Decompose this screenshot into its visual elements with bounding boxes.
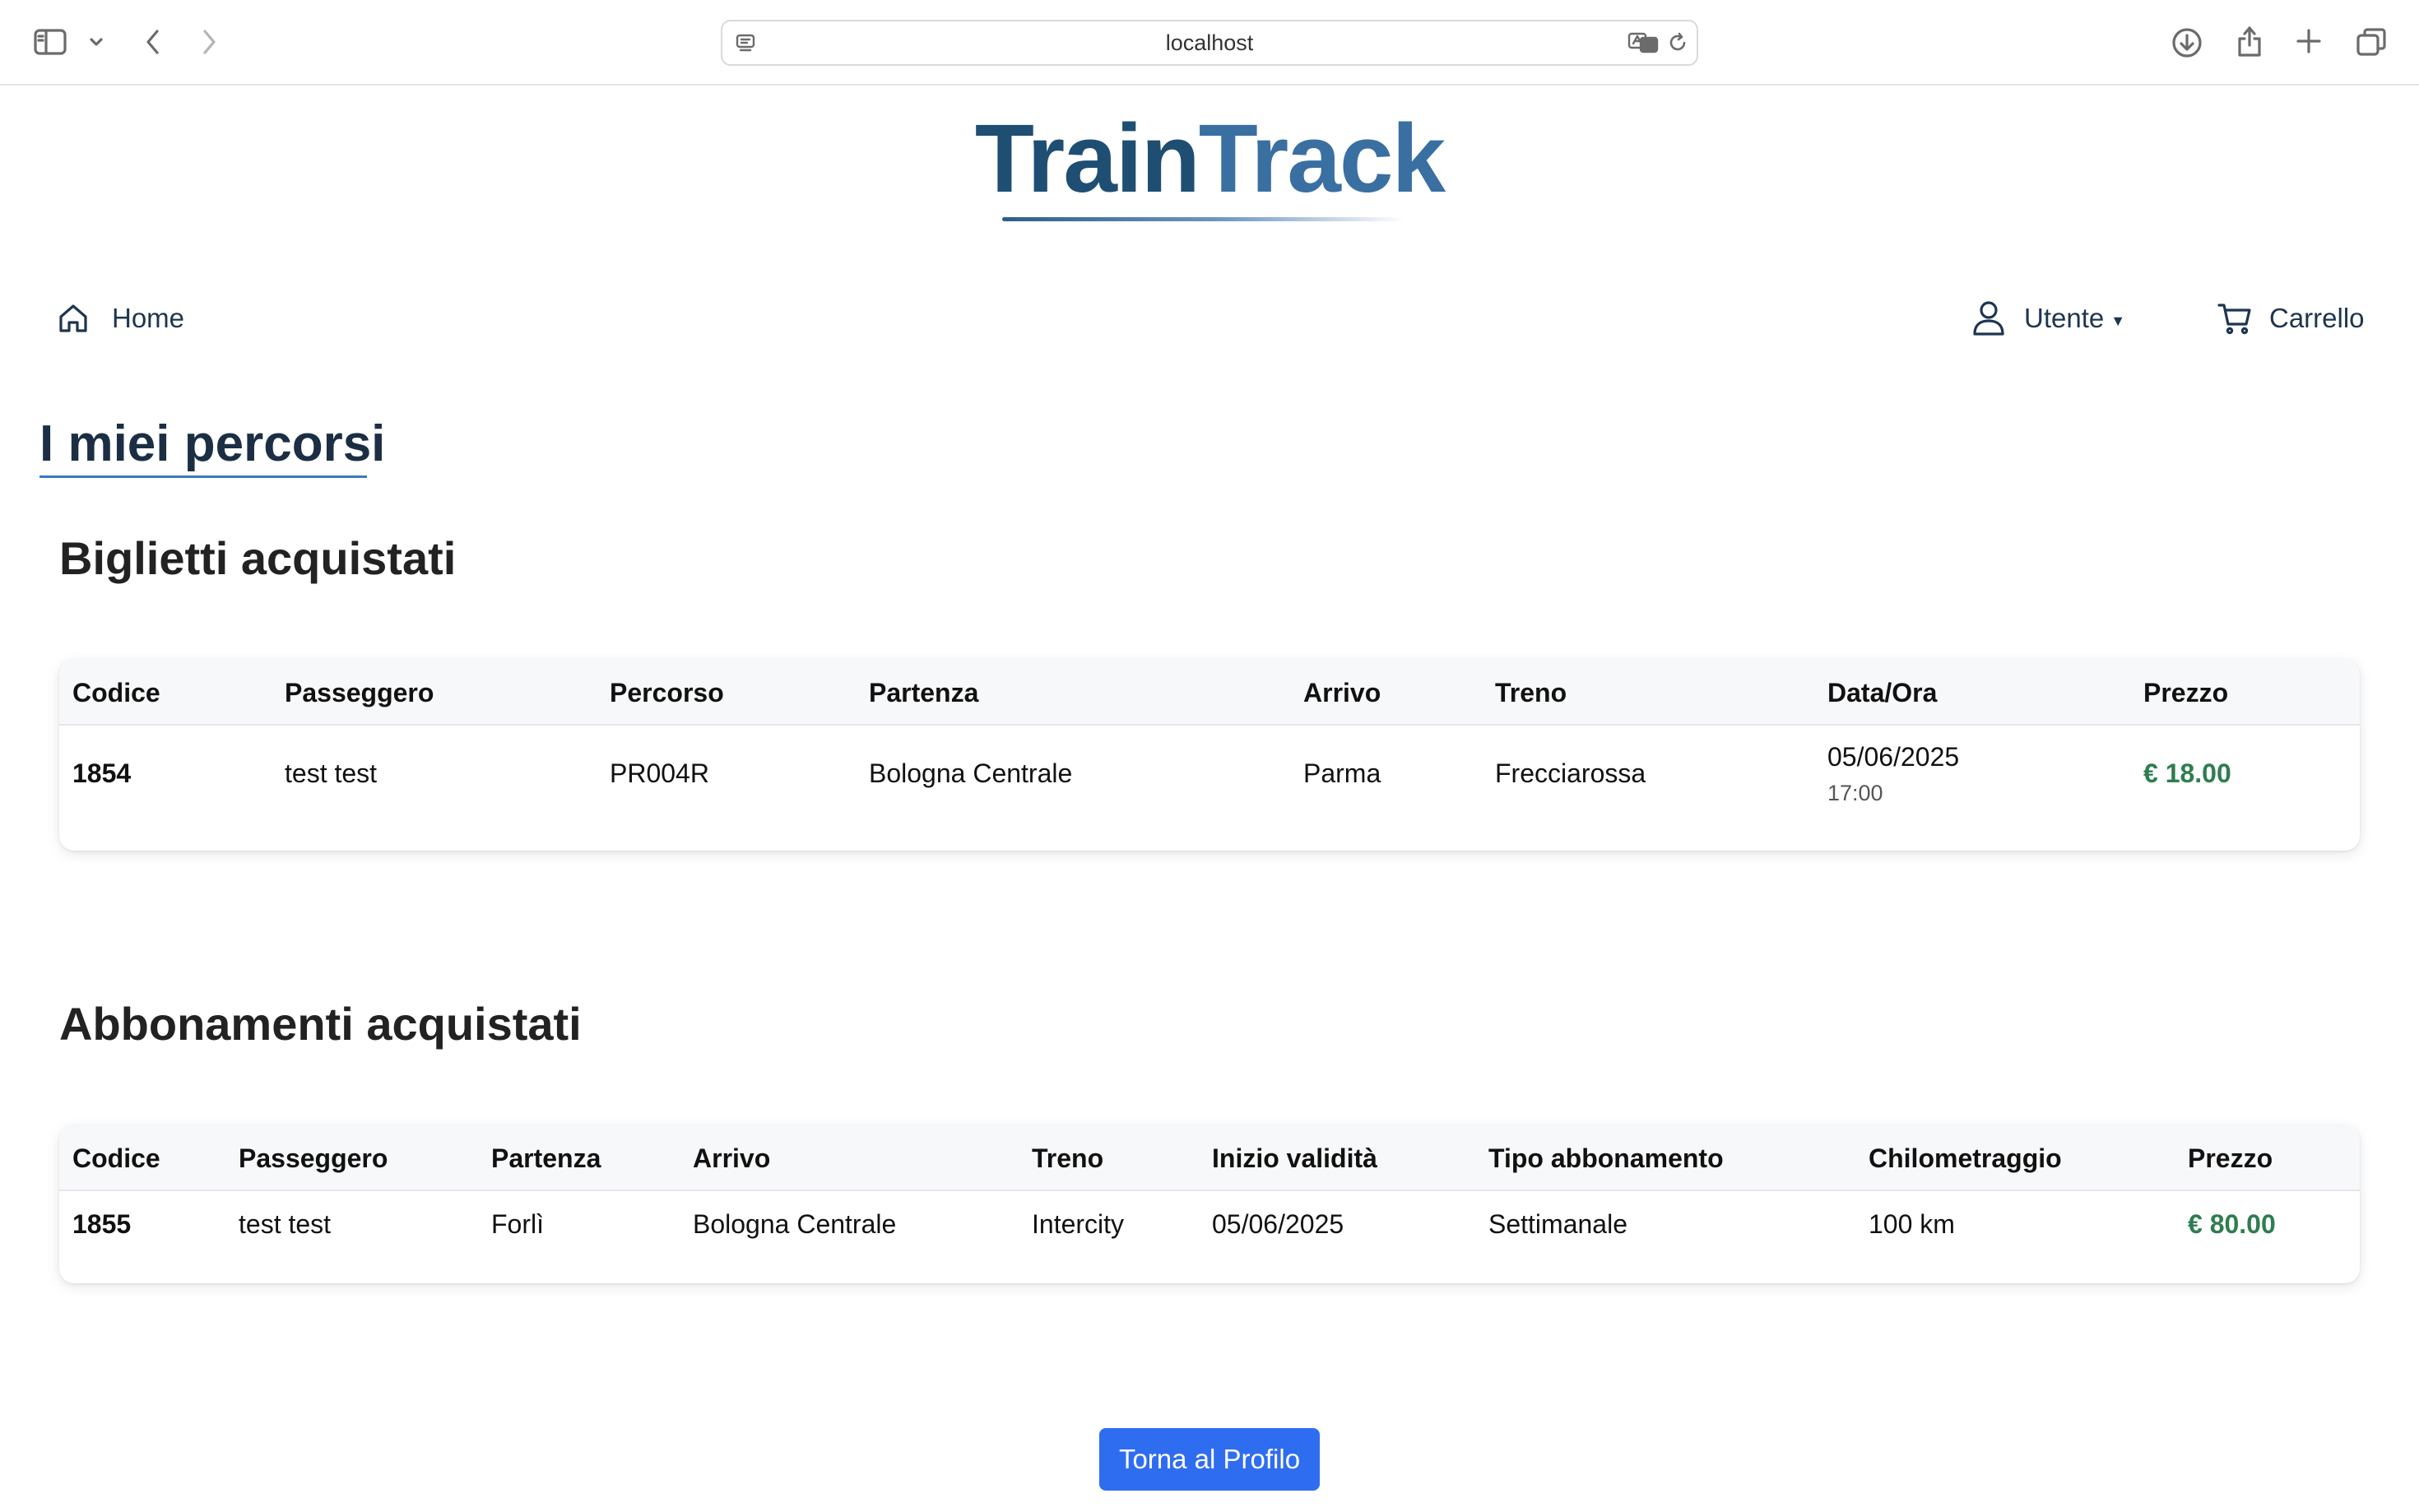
url-text: localhost — [1165, 30, 1254, 55]
sub-partenza: Forlì — [491, 1209, 544, 1239]
nav-user-dropdown[interactable]: Utente ▼ — [1971, 298, 2125, 339]
ticket-prezzo: € 18.00 — [2143, 758, 2231, 788]
home-icon — [59, 304, 87, 332]
nav-user-label: Utente — [2024, 303, 2105, 333]
reload-icon[interactable] — [1664, 30, 1692, 56]
ticket-data: 05/06/2025 — [1827, 742, 1960, 772]
ticket-treno: Frecciarossa — [1495, 758, 1646, 788]
col-tipo-abbonamento: Tipo abbonamento — [1488, 1143, 1724, 1173]
nav-cart[interactable]: Carrello — [2217, 298, 2365, 339]
subscriptions-section-title: Abbonamenti acquistati — [59, 998, 582, 1050]
tickets-table-header: Codice Passeggero Percorso Partenza Arri… — [59, 660, 2360, 726]
sub-tipo: Settimanale — [1488, 1209, 1627, 1239]
chevron-down-icon[interactable] — [86, 31, 107, 53]
sub-treno: Intercity — [1032, 1209, 1125, 1239]
col-partenza: Partenza — [869, 678, 979, 707]
new-tab-icon[interactable] — [2292, 25, 2325, 58]
col-arrivo: Arrivo — [693, 1143, 771, 1173]
ticket-ora: 17:00 — [1827, 781, 1883, 805]
sub-codice: 1855 — [72, 1209, 132, 1239]
page-title: I miei percorsi — [39, 415, 386, 472]
ticket-partenza: Bologna Centrale — [869, 758, 1073, 788]
col-prezzo: Prezzo — [2188, 1143, 2273, 1173]
ticket-arrivo: Parma — [1303, 758, 1381, 788]
col-codice: Codice — [72, 678, 160, 707]
tab-overview-icon[interactable] — [2353, 25, 2389, 59]
browser-toolbar: localhost — [0, 0, 2419, 86]
user-icon — [1973, 301, 2004, 336]
col-prezzo: Prezzo — [2143, 678, 2229, 707]
sub-inizio: 05/06/2025 — [1212, 1209, 1344, 1239]
table-row: 1854 test test PR004R Bologna Centrale P… — [59, 726, 2360, 849]
address-bar[interactable]: localhost — [721, 20, 1698, 66]
page-title-underline — [39, 475, 367, 478]
brand-logo[interactable]: TrainTrack — [0, 105, 2419, 212]
nav-cart-label: Carrello — [2269, 303, 2365, 333]
nav-home[interactable]: Home — [56, 298, 184, 339]
col-passeggero: Passeggero — [285, 678, 434, 707]
logo-text-train: Train — [974, 104, 1200, 213]
caret-down-icon: ▼ — [2110, 312, 2126, 329]
downloads-icon[interactable] — [2169, 25, 2205, 61]
sub-passeggero: test test — [239, 1209, 332, 1239]
nav-home-label: Home — [112, 303, 185, 333]
ticket-percorso: PR004R — [610, 758, 709, 788]
table-row: 1855 test test Forlì Bologna Centrale In… — [59, 1191, 2360, 1282]
cart-icon — [2217, 304, 2251, 335]
back-to-profile-button[interactable]: Torna al Profilo — [1099, 1428, 1320, 1491]
col-treno: Treno — [1032, 1143, 1104, 1173]
col-treno: Treno — [1495, 678, 1567, 707]
ticket-passeggero: test test — [285, 758, 378, 788]
col-chilometraggio: Chilometraggio — [1869, 1143, 2062, 1173]
forward-arrow-icon[interactable] — [194, 25, 224, 59]
logo-text-track: Track — [1198, 104, 1446, 213]
col-partenza: Partenza — [491, 1143, 601, 1173]
col-percorso: Percorso — [610, 678, 724, 707]
logo-underline — [1002, 217, 1405, 221]
sub-prezzo: € 80.00 — [2188, 1209, 2276, 1239]
back-arrow-icon[interactable] — [138, 25, 168, 59]
sub-arrivo: Bologna Centrale — [693, 1209, 897, 1239]
tickets-table: Codice Passeggero Percorso Partenza Arri… — [59, 660, 2360, 851]
col-passeggero: Passeggero — [239, 1143, 388, 1173]
col-inizio-validita: Inizio validità — [1212, 1143, 1377, 1173]
col-data-ora: Data/Ora — [1827, 678, 1938, 707]
ticket-data-ora: 05/06/2025 17:00 — [1827, 742, 1959, 806]
share-icon[interactable] — [2231, 21, 2268, 61]
tickets-section-title: Biglietti acquistati — [59, 532, 457, 584]
sub-km: 100 km — [1869, 1209, 1955, 1239]
ticket-codice: 1854 — [72, 758, 132, 788]
subscriptions-table-header: Codice Passeggero Partenza Arrivo Treno … — [59, 1125, 2360, 1191]
translate-icon[interactable] — [1626, 30, 1662, 56]
subscriptions-table: Codice Passeggero Partenza Arrivo Treno … — [59, 1125, 2360, 1283]
col-arrivo: Arrivo — [1303, 678, 1381, 707]
col-codice: Codice — [72, 1143, 160, 1173]
sidebar-toggle-icon[interactable] — [31, 25, 69, 59]
